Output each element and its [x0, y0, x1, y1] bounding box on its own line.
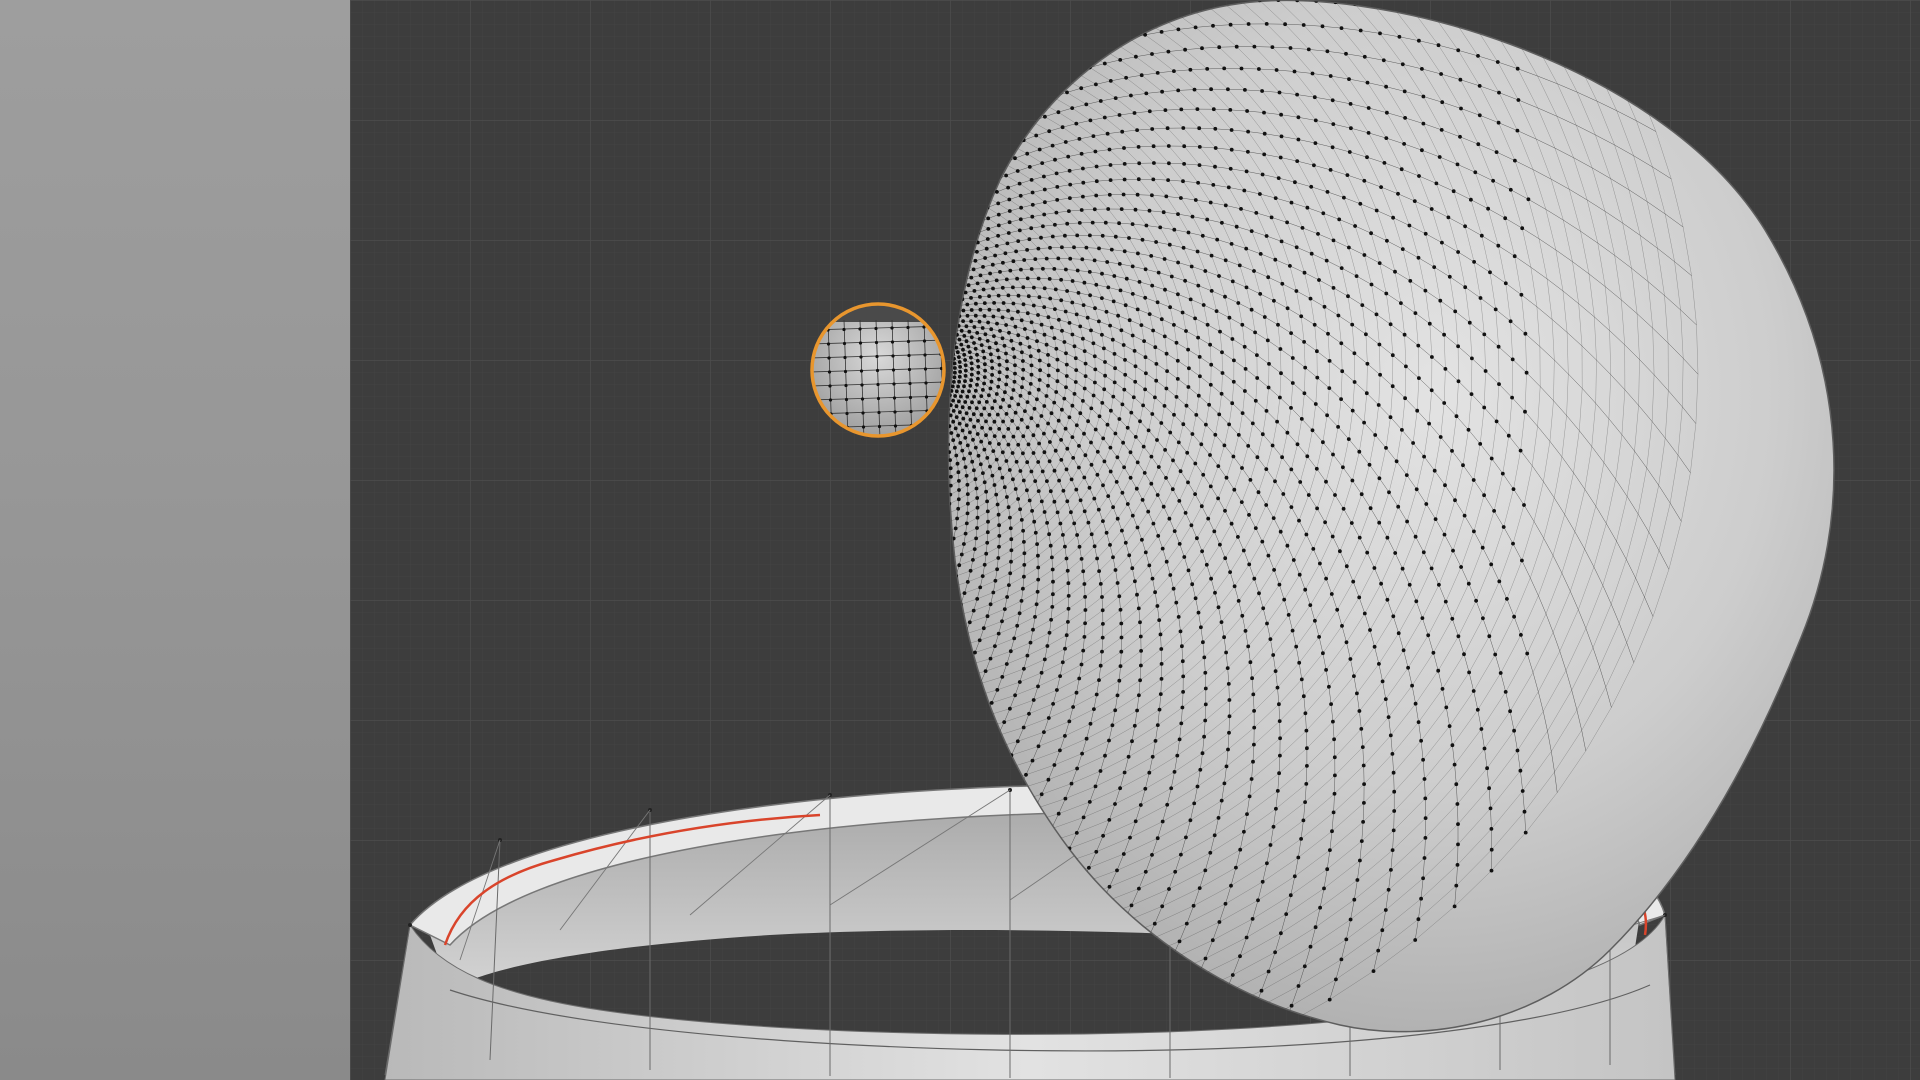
side-panel[interactable]	[0, 0, 350, 1080]
viewport-scene[interactable]	[350, 0, 1920, 1080]
3d-viewport[interactable]	[350, 0, 1920, 1080]
blender-window	[0, 0, 1920, 1080]
